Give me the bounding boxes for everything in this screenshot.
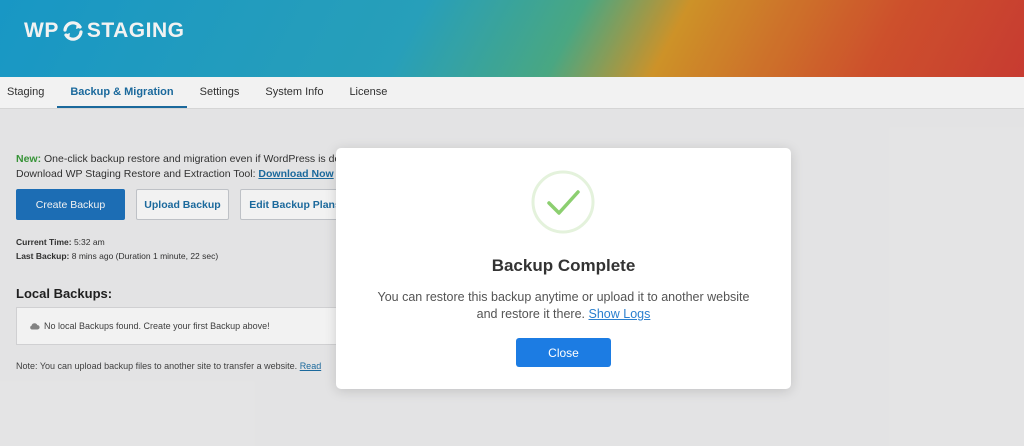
modal-message-line-2-text: and restore it there. [476,307,589,321]
success-check-icon [531,170,595,234]
modal-title: Backup Complete [491,256,636,275]
modal-message-line-1: You can restore this backup anytime or u… [377,290,750,304]
modal-message: You can restore this backup anytime or u… [356,289,771,323]
backup-complete-modal: Backup Complete You can restore this bac… [336,148,791,389]
close-button[interactable]: Close [516,338,611,367]
show-logs-link[interactable]: Show Logs [589,307,651,321]
modal-message-line-2: and restore it there. Show Logs [356,306,771,323]
